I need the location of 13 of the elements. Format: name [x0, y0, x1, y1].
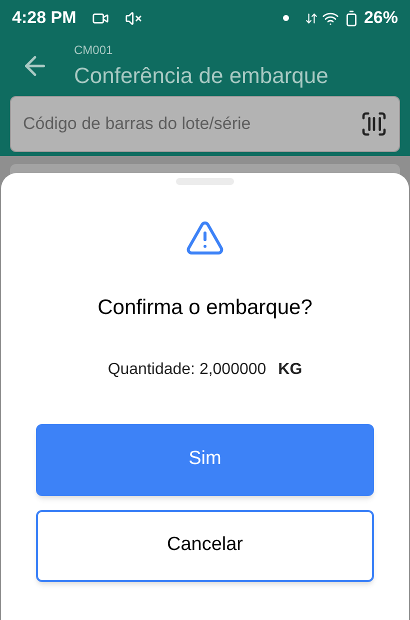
barcode-icon	[360, 110, 388, 138]
battery-level: 26%	[364, 7, 398, 30]
dialog-title: Confirma o embarque?	[98, 295, 312, 321]
data-arrows-icon	[304, 12, 318, 24]
mute-icon	[125, 10, 142, 26]
barcode-search-field[interactable]: Código de barras do lote/série	[10, 96, 400, 152]
header-subtitle: CM001	[74, 42, 114, 58]
confirm-button[interactable]: Sim	[36, 424, 374, 496]
unit-text: KG	[278, 360, 302, 380]
quantity-text: Quantidade: 2,000000	[108, 360, 266, 380]
cancel-button[interactable]: Cancelar	[36, 510, 374, 582]
header-title: Conferência de embarque	[74, 62, 328, 90]
status-time: 4:28 PM	[12, 7, 76, 30]
